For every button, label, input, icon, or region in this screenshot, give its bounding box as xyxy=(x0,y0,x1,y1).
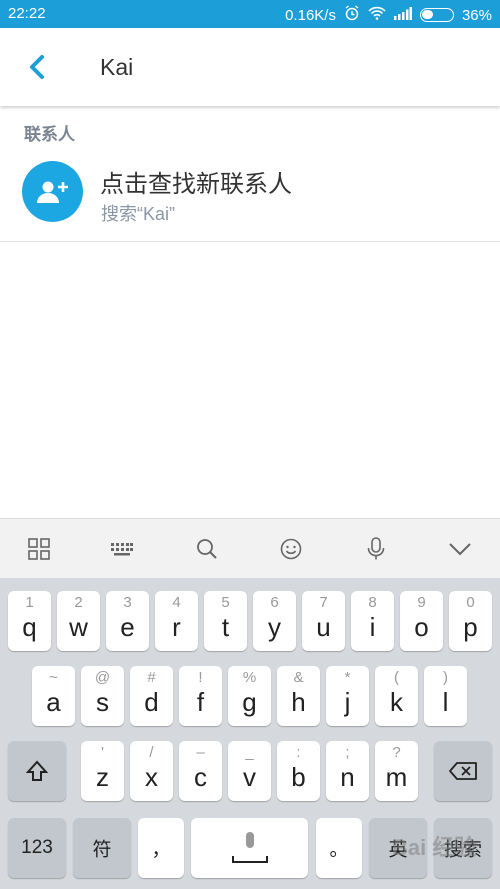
add-contact-avatar xyxy=(22,161,83,222)
key-f[interactable]: ! f xyxy=(179,666,222,726)
symbols-key[interactable]: 符 xyxy=(73,818,131,878)
key-g[interactable]: % g xyxy=(228,666,271,726)
section-label-contacts: 联系人 xyxy=(24,125,75,144)
key-i[interactable]: 8i xyxy=(351,591,394,651)
key-c[interactable]: – c xyxy=(179,741,222,801)
microphone-icon xyxy=(232,832,268,863)
key-z[interactable]: ' z xyxy=(81,741,124,801)
key-y[interactable]: 6y xyxy=(253,591,296,651)
key-q[interactable]: 1q xyxy=(8,591,51,651)
find-new-contact-item[interactable]: 点击查找新联系人 搜索“Kai” xyxy=(0,148,500,242)
key-u[interactable]: 7u xyxy=(302,591,345,651)
status-bar: 22:22 0.16K/s 36% xyxy=(0,0,500,28)
key-x[interactable]: / x xyxy=(130,741,173,801)
comma-key[interactable]: ， xyxy=(138,818,184,878)
watermark: Bai 经验 xyxy=(392,835,477,860)
period-key[interactable]: 。 xyxy=(316,818,362,878)
numbers-key[interactable]: 123 xyxy=(8,818,66,878)
key-n[interactable]: ; n xyxy=(326,741,369,801)
net-speed: 0.16K/s xyxy=(285,6,336,24)
key-b[interactable]: :b xyxy=(277,741,320,801)
key-d[interactable]: # d xyxy=(130,666,173,726)
status-right: 0.16K/s 36% xyxy=(285,5,492,25)
grid-menu-icon[interactable] xyxy=(25,535,53,563)
keyboard-toolbar xyxy=(0,518,500,578)
key-p[interactable]: 0p xyxy=(449,591,492,651)
find-contact-title: 点击查找新联系人 xyxy=(100,171,292,198)
key-s[interactable]: @ s xyxy=(81,666,124,726)
shift-arrow-icon xyxy=(25,760,49,781)
status-time: 22:22 xyxy=(8,5,46,22)
emoji-icon[interactable] xyxy=(277,535,305,563)
key-k[interactable]: (k xyxy=(375,666,418,726)
shift-key[interactable] xyxy=(8,741,66,801)
key-a[interactable]: ~ a xyxy=(32,666,75,726)
add-person-icon xyxy=(36,181,68,203)
space-bar[interactable] xyxy=(191,818,308,878)
back-button[interactable] xyxy=(20,50,54,84)
key-e[interactable]: 3e xyxy=(106,591,149,651)
battery-icon xyxy=(419,8,454,22)
find-contact-subtitle: 搜索“Kai” xyxy=(101,204,176,224)
search-input[interactable]: Kai xyxy=(100,54,133,81)
key-h[interactable]: & h xyxy=(277,666,320,726)
wifi-icon xyxy=(368,6,386,24)
keyboard-layout-icon[interactable] xyxy=(108,535,136,563)
key-r[interactable]: 4r xyxy=(155,591,198,651)
key-l[interactable]: ) l xyxy=(424,666,467,726)
backspace-key[interactable] xyxy=(434,741,492,801)
signal-icon xyxy=(393,6,412,24)
search-header: Kai xyxy=(0,28,500,106)
hide-keyboard-chevron-down-icon[interactable] xyxy=(446,535,474,563)
chevron-left-icon xyxy=(30,55,44,79)
key-j[interactable]: * j xyxy=(326,666,369,726)
microphone-icon[interactable] xyxy=(362,535,390,563)
key-m[interactable]: ? m xyxy=(375,741,418,801)
key-w[interactable]: 2w xyxy=(57,591,100,651)
battery-percent: 36% xyxy=(461,6,492,24)
search-icon[interactable] xyxy=(193,535,221,563)
key-v[interactable]: _ v xyxy=(228,741,271,801)
backspace-icon xyxy=(449,762,477,780)
alarm-icon xyxy=(344,5,360,25)
key-t[interactable]: 5t xyxy=(204,591,247,651)
key-o[interactable]: 9o xyxy=(400,591,443,651)
